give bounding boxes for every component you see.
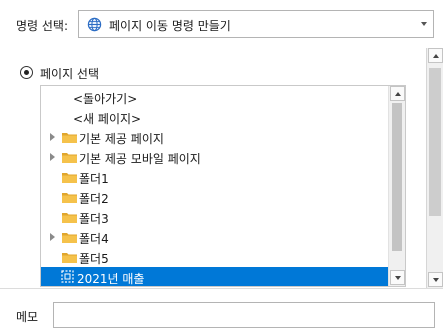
tree-item-label: 폴더5	[79, 252, 109, 266]
folder-icon	[62, 233, 77, 243]
radio-dot	[24, 70, 29, 75]
tree-item-label: <새 페이지>	[73, 112, 142, 126]
expand-arrow-icon[interactable]	[50, 153, 55, 161]
tree-item-label: 폴더2	[79, 192, 109, 206]
folder-icon	[62, 133, 77, 143]
tree-scroll-down-button[interactable]	[390, 270, 405, 285]
panel-scrollbar[interactable]	[426, 48, 443, 288]
panel-scroll-up-button[interactable]	[428, 48, 443, 63]
divider	[0, 288, 443, 289]
panel-scroll-down-button[interactable]	[428, 272, 443, 287]
memo-input[interactable]	[53, 302, 435, 328]
globe-icon	[87, 17, 102, 32]
tree-scroll-up-button[interactable]	[390, 86, 405, 101]
tree-item[interactable]: 기본 제공 모바일 페이지	[41, 147, 388, 167]
page-icon	[61, 270, 74, 283]
folder-icon	[62, 213, 77, 223]
tree-item-label: 폴더4	[79, 232, 109, 246]
command-select[interactable]: 페이지 이동 명령 만들기	[78, 10, 434, 38]
tree-item[interactable]: 폴더5	[41, 247, 388, 267]
tree-item[interactable]: 폴더2	[41, 187, 388, 207]
tree-item[interactable]: <새 페이지>	[41, 107, 388, 127]
folder-icon	[62, 153, 77, 163]
chevron-down-icon[interactable]	[421, 22, 427, 26]
tree-scrollbar[interactable]	[388, 86, 405, 286]
tree-item[interactable]: 폴더3	[41, 207, 388, 227]
tree-item-label: <돌아가기>	[73, 92, 138, 106]
tree-item-label: 폴더1	[79, 172, 109, 186]
panel-scroll-thumb[interactable]	[429, 68, 441, 216]
tree-item-label: 폴더3	[79, 212, 109, 226]
memo-label: 메모	[16, 310, 39, 324]
tree-item[interactable]: <돌아가기>	[41, 87, 388, 107]
folder-icon	[62, 173, 77, 183]
page-select-label: 페이지 선택	[40, 67, 100, 81]
expand-arrow-icon[interactable]	[50, 133, 55, 141]
command-select-value: 페이지 이동 명령 만들기	[109, 19, 231, 33]
tree-item[interactable]: 폴더1	[41, 167, 388, 187]
tree-item[interactable]: 폴더4	[41, 227, 388, 247]
tree-item-label: 기본 제공 페이지	[79, 132, 164, 146]
command-row: 명령 선택: 페이지 이동 명령 만들기	[0, 0, 443, 48]
tree-item-label: 기본 제공 모바일 페이지	[79, 152, 201, 166]
expand-arrow-icon[interactable]	[50, 233, 55, 241]
folder-icon	[62, 193, 77, 203]
page-tree[interactable]: <돌아가기> <새 페이지> 기본 제공 페이지기본 제공 모바일 페이지폴더1 폴더…	[40, 85, 406, 287]
tree-item[interactable]: 2021년 매출	[41, 267, 388, 286]
tree-item[interactable]: 기본 제공 페이지	[41, 127, 388, 147]
tree-item-label: 2021년 매출	[77, 272, 145, 286]
tree-scroll-thumb[interactable]	[392, 103, 402, 251]
radio-button[interactable]	[20, 66, 33, 79]
command-label: 명령 선택:	[16, 19, 69, 33]
folder-icon	[62, 253, 77, 263]
command-options-panel: 페이지 선택 <돌아가기> <새 페이지> 기본 제공 페이지기본 제공 모바일 페…	[0, 48, 443, 288]
